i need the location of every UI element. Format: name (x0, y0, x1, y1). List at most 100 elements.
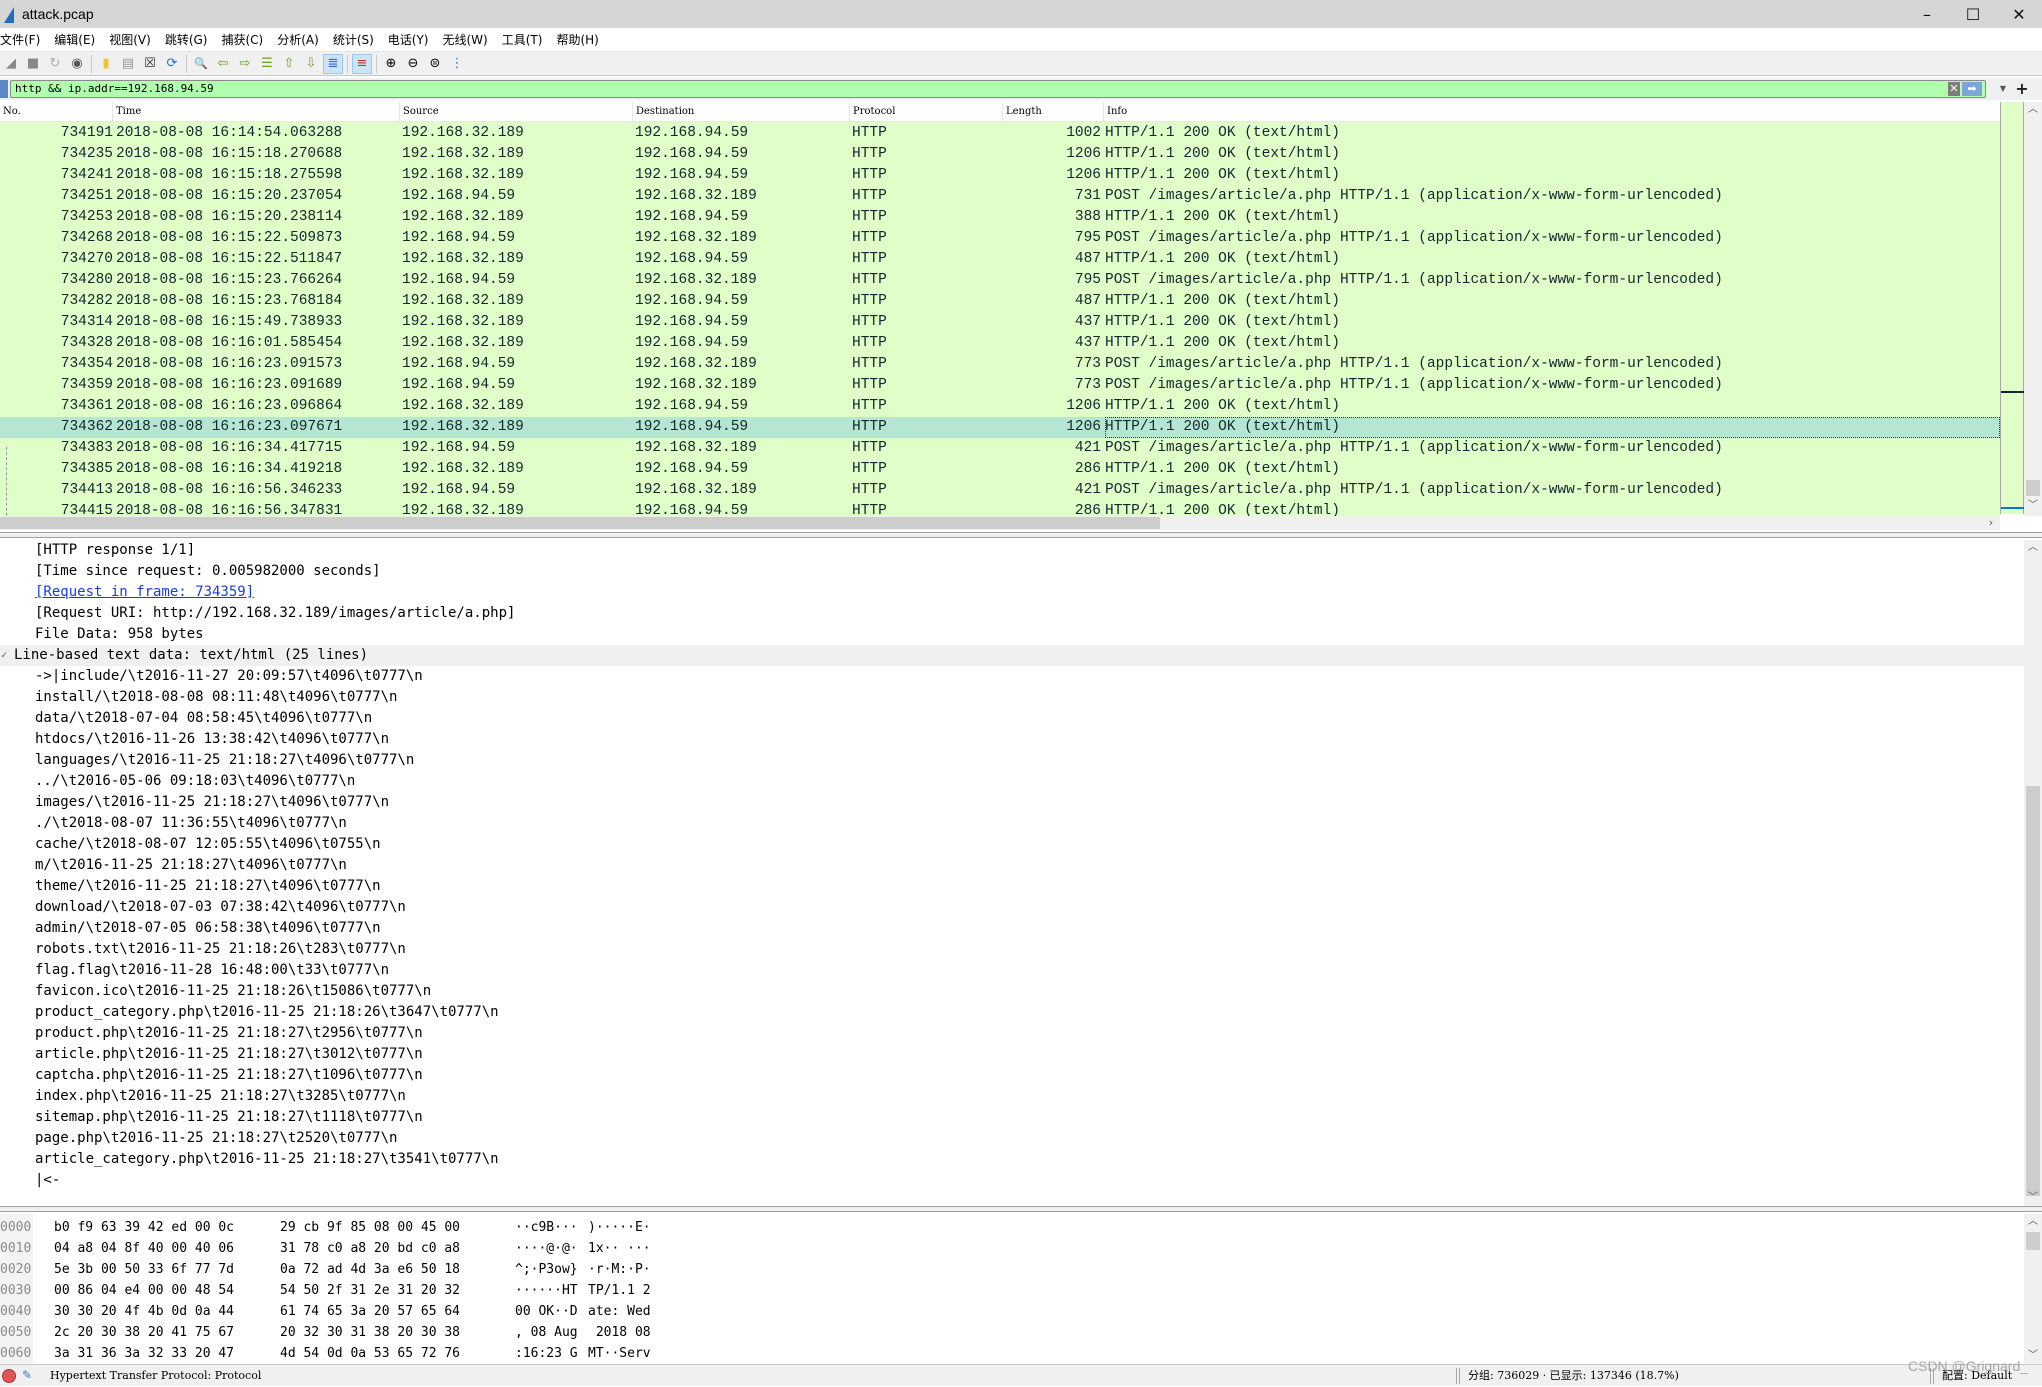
menu-file[interactable]: 文件(F) (0, 31, 47, 48)
packet-row[interactable]: 734235 2018-08-08 16:15:18.270688 192.168.… (0, 144, 2000, 165)
detail-line[interactable]: |<- (0, 1170, 2024, 1191)
column-header-time[interactable]: Time (113, 102, 400, 122)
filter-history-dropdown-icon[interactable]: ▼ (1998, 82, 2008, 96)
expand-toggle-icon[interactable]: ✓ (1, 645, 7, 666)
resize-columns-icon[interactable]: ⋮ (447, 54, 467, 74)
clear-filter-icon[interactable]: ✕ (1948, 82, 1960, 96)
detail-line[interactable]: index.php\t2016-11-25 21:18:27\t3285\t07… (0, 1086, 2024, 1107)
packet-row[interactable]: 734241 2018-08-08 16:15:18.275598 192.168.… (0, 165, 2000, 186)
pane-splitter[interactable] (0, 1206, 2042, 1212)
open-file-icon[interactable]: ▮ (96, 54, 116, 74)
bytes-row[interactable]: 0000 b0 f9 63 39 42 ed 00 0c 29 cb 9f 85 0… (0, 1218, 700, 1237)
display-filter-input[interactable]: http && ip.addr==192.168.94.59 (10, 80, 1986, 98)
zoom-in-icon[interactable]: ⊕ (381, 54, 401, 74)
packet-row[interactable]: 734280 2018-08-08 16:15:23.766264 192.168.… (0, 270, 2000, 291)
expert-info-icon[interactable] (2, 1369, 16, 1383)
detail-line[interactable]: File Data: 958 bytes (0, 624, 2024, 645)
detail-line[interactable]: ->|include/\t2016-11-27 20:09:57\t4096\t… (0, 666, 2024, 687)
packet-row[interactable]: 734413 2018-08-08 16:16:56.346233 192.168.… (0, 480, 2000, 501)
packet-list-hscrollbar[interactable]: › (0, 516, 2000, 530)
pane-splitter[interactable] (0, 532, 2042, 538)
detail-line[interactable]: install/\t2018-08-08 08:11:48\t4096\t077… (0, 687, 2024, 708)
restart-capture-icon[interactable]: ↻ (45, 54, 65, 74)
add-filter-button-icon[interactable]: + (2015, 79, 2029, 99)
bytes-row[interactable]: 0060 3a 31 36 3a 32 33 20 47 4d 54 0d 0a 5… (0, 1344, 700, 1363)
detail-line[interactable]: [Time since request: 0.005982000 seconds… (0, 561, 2024, 582)
tree-node-line-based-text[interactable]: ✓ Line-based text data: text/html (25 lin… (0, 645, 2024, 666)
reload-file-icon[interactable]: ⟳ (162, 54, 182, 74)
detail-line[interactable]: download/\t2018-07-03 07:38:42\t4096\t07… (0, 897, 2024, 918)
packet-row[interactable]: 734270 2018-08-08 16:15:22.511847 192.168.… (0, 249, 2000, 270)
menu-capture[interactable]: 捕获(C) (221, 31, 270, 48)
start-capture-icon[interactable]: ◢ (1, 54, 21, 74)
bytes-row[interactable]: 0030 00 86 04 e4 00 00 48 54 54 50 2f 31 2… (0, 1281, 700, 1300)
detail-line[interactable]: article_category.php\t2016-11-25 21:18:2… (0, 1149, 2024, 1170)
column-header-no[interactable]: No. (0, 102, 113, 122)
detail-line[interactable]: sitemap.php\t2016-11-25 21:18:27\t1118\t… (0, 1107, 2024, 1128)
close-button[interactable]: ✕ (1996, 0, 2042, 28)
scroll-up-icon[interactable]: ︿ (2024, 102, 2042, 118)
scroll-right-icon[interactable]: › (1984, 516, 1998, 530)
detail-line[interactable]: [Request URI: http://192.168.32.189/imag… (0, 603, 2024, 624)
hscroll-thumb[interactable] (0, 517, 1160, 529)
detail-line[interactable]: data/\t2018-07-04 08:58:45\t4096\t0777\n (0, 708, 2024, 729)
maximize-button[interactable]: ☐ (1950, 0, 1996, 28)
bytes-vscrollbar[interactable]: ︿ ﹀ (2024, 1214, 2042, 1364)
go-to-packet-icon[interactable]: ☰ (257, 54, 277, 74)
packet-row[interactable]: 734385 2018-08-08 16:16:34.419218 192.168.… (0, 459, 2000, 480)
packet-row[interactable]: 734354 2018-08-08 16:16:23.091573 192.168.… (0, 354, 2000, 375)
detail-line[interactable]: page.php\t2016-11-25 21:18:27\t2520\t077… (0, 1128, 2024, 1149)
stop-capture-icon[interactable]: ■ (23, 54, 43, 74)
detail-line[interactable]: ../\t2016-05-06 09:18:03\t4096\t0777\n (0, 771, 2024, 792)
bytes-row[interactable]: 0040 30 30 20 4f 4b 0d 0a 44 61 74 65 3a 2… (0, 1302, 700, 1321)
detail-line[interactable]: htdocs/\t2016-11-26 13:38:42\t4096\t0777… (0, 729, 2024, 750)
detail-line[interactable]: theme/\t2016-11-25 21:18:27\t4096\t0777\… (0, 876, 2024, 897)
packet-list-vscrollbar[interactable]: ︿ ﹀ (2024, 102, 2042, 516)
auto-scroll-icon[interactable]: ≣ (323, 53, 343, 74)
detail-line[interactable]: ./\t2018-08-07 11:36:55\t4096\t0777\n (0, 813, 2024, 834)
packet-row[interactable]: 734282 2018-08-08 16:15:23.768184 192.168.… (0, 291, 2000, 312)
bytes-row[interactable]: 0010 04 a8 04 8f 40 00 40 06 31 78 c0 a8 2… (0, 1239, 700, 1258)
close-file-icon[interactable]: ☒ (140, 54, 160, 74)
scroll-up-icon[interactable]: ︿ (2024, 540, 2042, 556)
capture-comment-icon[interactable]: ✎ (22, 1368, 36, 1383)
detail-line[interactable]: favicon.ico\t2016-11-25 21:18:26\t15086\… (0, 981, 2024, 1002)
detail-line[interactable]: cache/\t2018-08-07 12:05:55\t4096\t0755\… (0, 834, 2024, 855)
scroll-down-icon[interactable]: ﹀ (2024, 1190, 2042, 1206)
packet-row[interactable]: 734359 2018-08-08 16:16:23.091689 192.168.… (0, 375, 2000, 396)
filter-bookmark-icon[interactable] (0, 80, 8, 98)
column-header-destination[interactable]: Destination (633, 102, 850, 122)
menu-telephony[interactable]: 电话(Y) (388, 31, 436, 48)
zoom-reset-icon[interactable]: ⊜ (425, 54, 445, 74)
zoom-out-icon[interactable]: ⊖ (403, 54, 423, 74)
save-file-icon[interactable]: ▤ (118, 54, 138, 74)
capture-options-icon[interactable]: ◉ (67, 54, 87, 74)
packet-row[interactable]: 734268 2018-08-08 16:15:22.509873 192.168.… (0, 228, 2000, 249)
detail-line[interactable]: flag.flag\t2016-11-28 16:48:00\t33\t0777… (0, 960, 2024, 981)
details-vscrollbar[interactable]: ︿ ﹀ (2024, 540, 2042, 1206)
scroll-thumb[interactable] (2026, 786, 2040, 1196)
detail-line[interactable]: [HTTP response 1/1] (0, 540, 2024, 561)
packet-row[interactable]: 734191 2018-08-08 16:14:54.063288 192.168.… (0, 123, 2000, 144)
packet-row[interactable]: 734253 2018-08-08 16:15:20.238114 192.168.… (0, 207, 2000, 228)
packet-row[interactable]: 734361 2018-08-08 16:16:23.096864 192.168.… (0, 396, 2000, 417)
packet-row[interactable]: 734314 2018-08-08 16:15:49.738933 192.168.… (0, 312, 2000, 333)
menu-edit[interactable]: 编辑(E) (54, 31, 102, 48)
find-packet-icon[interactable]: 🔍 (191, 54, 211, 74)
detail-line[interactable]: languages/\t2016-11-25 21:18:27\t4096\t0… (0, 750, 2024, 771)
column-header-length[interactable]: Length (1003, 102, 1104, 122)
menu-wireless[interactable]: 无线(W) (443, 31, 495, 48)
menu-tools[interactable]: 工具(T) (502, 31, 550, 48)
detail-line[interactable]: images/\t2016-11-25 21:18:27\t4096\t0777… (0, 792, 2024, 813)
packet-row[interactable]: 734328 2018-08-08 16:16:01.585454 192.168.… (0, 333, 2000, 354)
bytes-row[interactable]: 0050 2c 20 30 38 20 41 75 67 20 32 30 31 3… (0, 1323, 700, 1342)
detail-line[interactable]: captcha.php\t2016-11-25 21:18:27\t1096\t… (0, 1065, 2024, 1086)
go-back-icon[interactable]: ⇦ (213, 54, 233, 74)
detail-line[interactable]: product.php\t2016-11-25 21:18:27\t2956\t… (0, 1023, 2024, 1044)
go-forward-icon[interactable]: ⇨ (235, 54, 255, 74)
go-last-icon[interactable]: ⇩ (301, 54, 321, 74)
packet-row[interactable]: 734415 2018-08-08 16:16:56.347831 192.168.… (0, 501, 2000, 516)
column-header-protocol[interactable]: Protocol (850, 102, 1003, 122)
menu-view[interactable]: 视图(V) (109, 31, 158, 48)
colorize-icon[interactable]: ≡ (352, 53, 372, 74)
